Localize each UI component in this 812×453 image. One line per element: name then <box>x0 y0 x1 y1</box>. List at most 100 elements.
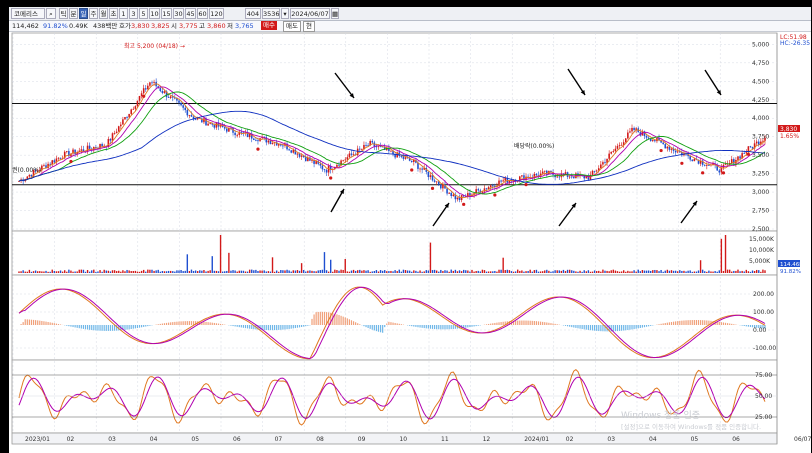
candle-body <box>86 145 89 152</box>
candle-body <box>751 147 754 149</box>
candle-body <box>315 161 317 164</box>
volume-bar <box>691 271 693 273</box>
volume-bar <box>151 269 153 273</box>
candle-body <box>126 117 128 118</box>
volume-ratio: 91.82% <box>780 269 801 275</box>
candle-body <box>674 150 677 153</box>
macd-histogram-bar <box>465 325 467 328</box>
volume-bar <box>22 270 24 273</box>
volume-bar <box>147 269 149 273</box>
candle-body <box>666 146 669 149</box>
candle-body <box>419 168 421 170</box>
volume-bar <box>120 271 122 273</box>
macd-histogram-bar <box>702 320 704 325</box>
macd-histogram-bar <box>95 325 97 331</box>
x-tick-label: 04 <box>649 436 657 443</box>
macd-histogram-bar <box>552 323 554 325</box>
macd-histogram-bar <box>273 325 276 331</box>
volume-bar <box>722 270 725 273</box>
candle-body <box>654 140 656 142</box>
x-tick-label: 12 <box>483 436 491 443</box>
volume-bar <box>300 263 303 273</box>
macd-histogram-bar <box>186 321 188 325</box>
volume-bar <box>286 269 288 273</box>
volume-bar <box>61 271 64 273</box>
macd-histogram-bar <box>473 325 475 327</box>
macd-histogram-bar <box>498 322 500 325</box>
candle-body <box>757 141 760 145</box>
candle-body <box>440 184 442 189</box>
volume-bar <box>278 271 280 273</box>
macd-histogram-bar <box>446 325 448 330</box>
volume-bar <box>390 270 392 273</box>
volume-bar <box>672 270 675 273</box>
signal-marker <box>142 94 146 98</box>
volume-bar <box>176 270 178 273</box>
candle-body <box>633 127 635 131</box>
volume-bar <box>762 269 764 273</box>
volume-bar <box>614 270 617 273</box>
volume-bar <box>589 271 592 273</box>
volume-bar <box>315 271 317 273</box>
volume-bar <box>305 271 307 273</box>
macd-histogram-bar <box>579 325 581 329</box>
macd-histogram-bar <box>78 325 80 329</box>
volume-bar <box>34 270 37 273</box>
volume-bar <box>541 271 544 273</box>
macd-histogram-bar <box>490 323 492 325</box>
volume-bar <box>481 269 484 273</box>
macd-histogram-bar <box>394 322 396 325</box>
volume-bar <box>427 270 430 273</box>
volume-bar <box>616 271 619 273</box>
volume-bar <box>548 270 550 273</box>
volume-bar <box>373 271 376 273</box>
macd-histogram-bar <box>400 324 402 325</box>
candle-body <box>627 132 629 139</box>
volume-bar <box>735 270 737 273</box>
candle-body <box>124 117 126 120</box>
candle-body <box>487 187 490 190</box>
volume-bar <box>637 269 639 273</box>
macd-histogram-bar <box>502 321 504 325</box>
volume-bar <box>622 270 625 273</box>
candle-body <box>169 96 172 98</box>
macd-histogram-bar <box>344 317 346 325</box>
candle-body <box>390 150 392 152</box>
volume-bar <box>479 271 482 273</box>
macd-histogram-bar <box>346 318 348 325</box>
price-tick-label: 4,000 <box>752 115 769 122</box>
volume-bar <box>30 271 33 273</box>
candle-body <box>749 146 752 148</box>
volume-bar <box>259 270 261 273</box>
candle-body <box>188 115 191 116</box>
candle-body <box>80 149 83 151</box>
volume-bar <box>487 271 490 273</box>
macd-histogram-bar <box>278 325 280 330</box>
volume-bar <box>213 270 216 273</box>
macd-histogram-bar <box>569 325 571 327</box>
chart-canvas[interactable]: 5,000 4,750 4,500 4,250 4,000 3,750 3,500 3,250… <box>9 7 811 453</box>
macd-histogram-bar <box>629 325 631 330</box>
signal-marker <box>701 171 705 175</box>
macd-histogram-bar <box>373 325 375 331</box>
candle-body <box>535 173 538 176</box>
candle-body <box>59 157 62 159</box>
macd-histogram-bar <box>573 325 575 328</box>
volume-bar <box>348 271 351 273</box>
volume-bar <box>178 270 180 273</box>
candle-body <box>215 122 218 128</box>
candle-body <box>691 159 694 162</box>
volume-bar <box>167 270 170 273</box>
macd-tick-label: 200.00 <box>753 291 774 298</box>
stoch-tick-label: 50.00 <box>755 393 772 400</box>
macd-histogram-bar <box>145 325 147 327</box>
volume-bar <box>758 270 760 273</box>
macd-histogram-bar <box>22 322 24 325</box>
volume-bar <box>573 270 575 273</box>
volume-bar <box>153 270 155 273</box>
macd-histogram-bar <box>388 321 390 325</box>
candle-body <box>664 144 667 149</box>
volume-bar <box>288 270 290 273</box>
macd-histogram-bar <box>163 323 166 325</box>
volume-bar <box>236 271 238 273</box>
